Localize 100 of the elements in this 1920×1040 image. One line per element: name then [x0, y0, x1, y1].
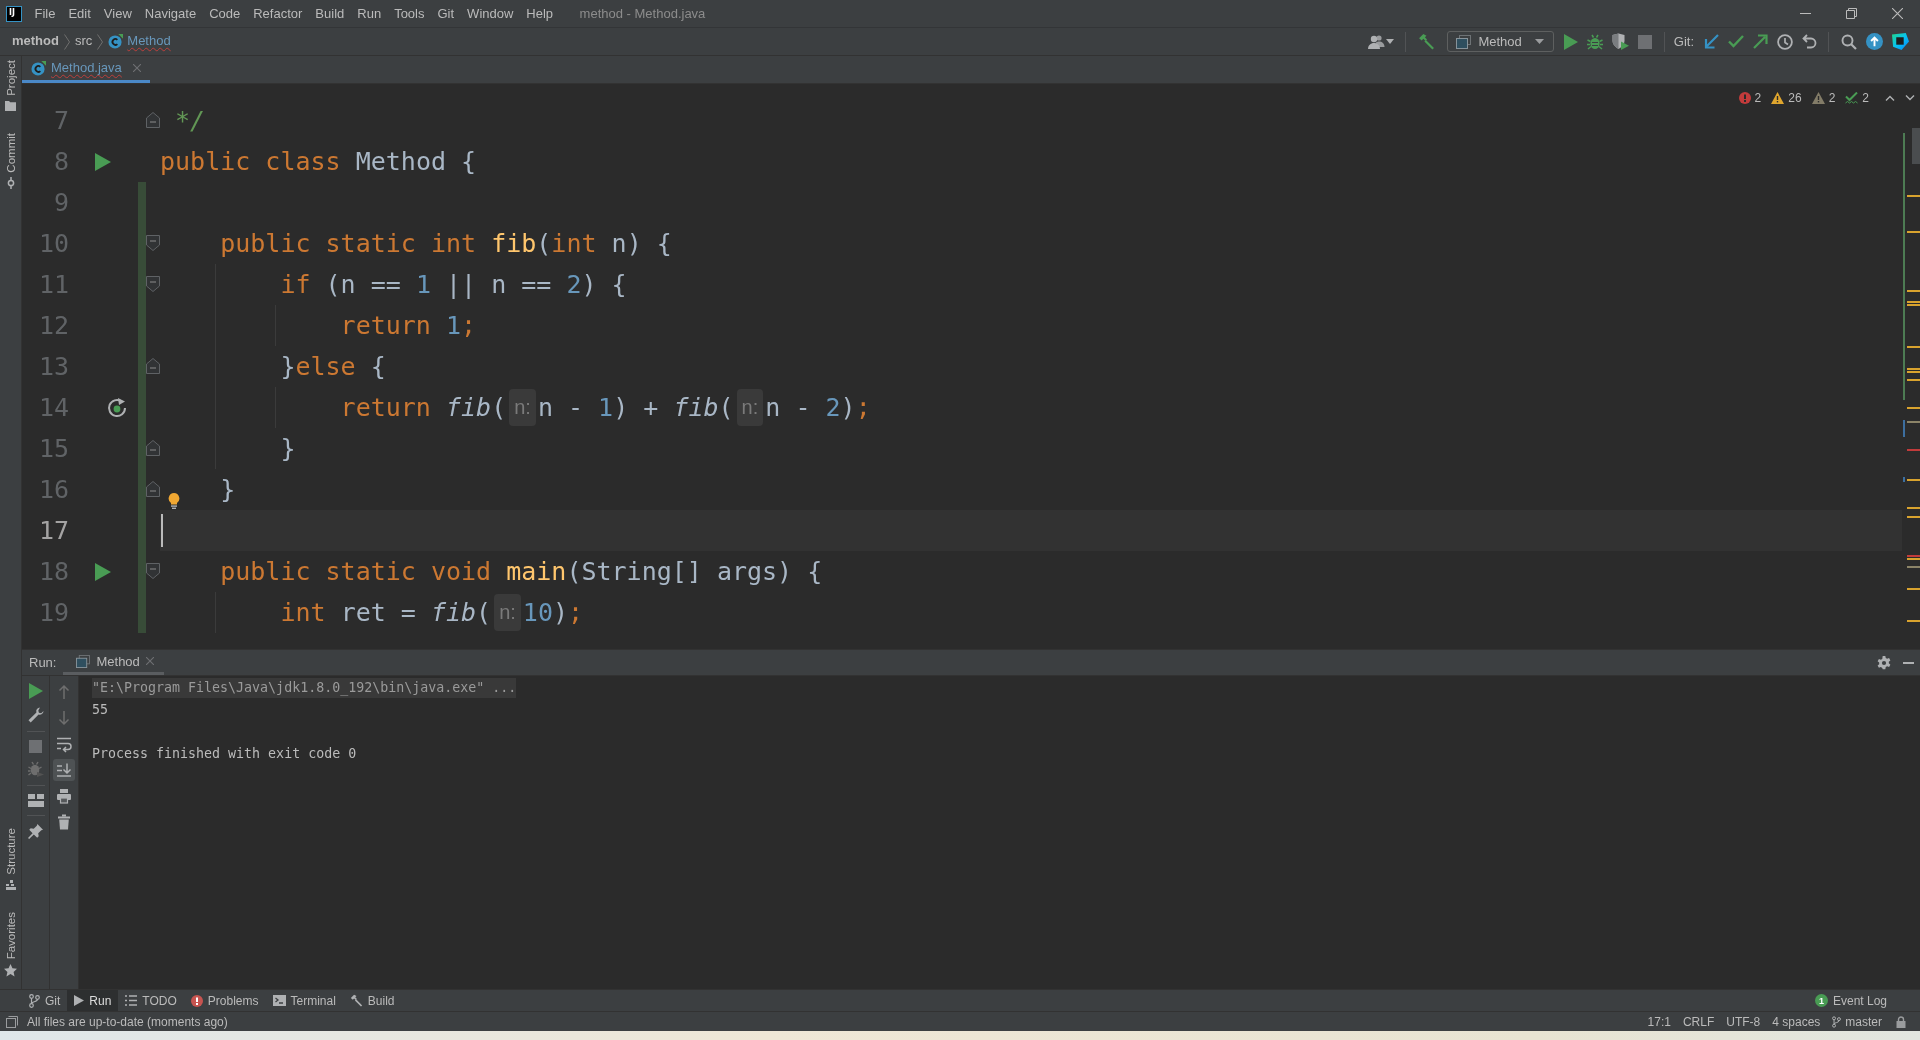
- pin-icon[interactable]: [28, 824, 43, 839]
- class-icon: [31, 60, 46, 76]
- chevron-down-icon[interactable]: [1905, 95, 1915, 101]
- problem-count: 2: [1754, 91, 1762, 105]
- weak-warning-icon[interactable]: [1811, 92, 1825, 104]
- run-icon[interactable]: [95, 152, 111, 171]
- menu-item[interactable]: Build: [308, 3, 351, 24]
- caret-icon: [1534, 39, 1544, 44]
- fold-marker-icon[interactable]: [146, 112, 160, 128]
- menu-item[interactable]: File: [28, 3, 62, 24]
- clock-icon[interactable]: [1776, 33, 1793, 50]
- fold-marker-icon[interactable]: [146, 563, 160, 579]
- undo-icon[interactable]: [1801, 34, 1817, 49]
- chevron-icon: [63, 33, 70, 50]
- typo-icon[interactable]: [1845, 92, 1859, 104]
- run-config-dropdown[interactable]: Method: [1447, 31, 1554, 52]
- parameter-hint: n:: [494, 594, 521, 631]
- line-separator[interactable]: CRLF: [1682, 1014, 1715, 1029]
- chevron-up-icon[interactable]: [1885, 95, 1895, 101]
- tool-window-button[interactable]: Favorites: [4, 909, 17, 979]
- branch-icon: [29, 993, 40, 1008]
- line-number: 14: [37, 392, 69, 424]
- shield-run-icon[interactable]: [1612, 33, 1630, 50]
- settings-icon[interactable]: [1877, 655, 1891, 670]
- tool-windows-icon[interactable]: [6, 1015, 18, 1028]
- arrow-down-left-icon[interactable]: [1703, 34, 1719, 49]
- tool-window-button[interactable]: Project: [4, 58, 17, 113]
- git-branch[interactable]: master: [1845, 1014, 1882, 1029]
- menu-item[interactable]: Navigate: [138, 3, 203, 24]
- wrench-icon[interactable]: [27, 707, 44, 723]
- menu-item[interactable]: Run: [350, 3, 388, 24]
- restore-icon[interactable]: [1845, 8, 1857, 19]
- fold-marker-icon[interactable]: [146, 481, 160, 497]
- app-logo[interactable]: IJ: [6, 5, 22, 22]
- event-log-button[interactable]: 1 Event Log: [1807, 990, 1894, 1011]
- chevron-icon: [97, 33, 104, 50]
- light-bulb-icon[interactable]: [168, 493, 180, 509]
- toolbox-logo-icon[interactable]: [1891, 33, 1909, 50]
- caret-position[interactable]: 17:1: [1647, 1014, 1671, 1029]
- file-encoding[interactable]: UTF-8: [1726, 1014, 1761, 1029]
- line-number: 8: [52, 146, 69, 178]
- fold-marker-icon[interactable]: [146, 276, 160, 292]
- list-icon: [125, 995, 138, 1006]
- menu-item[interactable]: Tools: [387, 3, 431, 24]
- breadcrumb[interactable]: method: [12, 31, 59, 52]
- menu-item[interactable]: View: [97, 3, 139, 24]
- fold-marker-icon[interactable]: [146, 440, 160, 456]
- fold-marker-icon[interactable]: [146, 235, 160, 251]
- menu-item[interactable]: Edit: [61, 3, 98, 24]
- upload-icon[interactable]: [1865, 33, 1883, 50]
- menu-item[interactable]: Git: [431, 3, 461, 24]
- search-icon[interactable]: [1840, 33, 1857, 50]
- line-number: 18: [37, 556, 69, 588]
- menu-item[interactable]: Window: [460, 3, 520, 24]
- tool-window-button[interactable]: Build: [342, 990, 402, 1011]
- caret-icon[interactable]: [1386, 39, 1395, 44]
- bug-icon[interactable]: [1587, 33, 1604, 50]
- breadcrumb[interactable]: Method: [127, 31, 171, 52]
- star-icon: [4, 964, 17, 977]
- line-number: 9: [52, 187, 69, 219]
- parameter-hint: n:: [736, 389, 764, 426]
- code-text: n - 2);: [765, 392, 871, 424]
- line-number: 10: [37, 228, 69, 260]
- run-icon[interactable]: [28, 683, 43, 699]
- problem-count: 26: [1788, 91, 1802, 105]
- line-number: 15: [37, 433, 69, 465]
- line-number: 13: [37, 351, 69, 383]
- run-icon[interactable]: [95, 562, 111, 581]
- folder-icon: [5, 100, 16, 111]
- users-icon[interactable]: [1367, 33, 1385, 50]
- minimize-icon[interactable]: [1799, 13, 1811, 14]
- menu-item[interactable]: Code: [202, 3, 247, 24]
- check-icon[interactable]: [1727, 35, 1744, 48]
- tool-window-button[interactable]: Commit: [4, 130, 17, 192]
- breadcrumb[interactable]: src: [74, 31, 93, 52]
- tool-window-button[interactable]: Run: [67, 990, 119, 1011]
- arrow-up-right-icon[interactable]: [1752, 34, 1768, 49]
- close-icon[interactable]: [1891, 8, 1903, 19]
- hammer-icon[interactable]: [1417, 33, 1435, 50]
- tool-window-button[interactable]: Structure: [4, 826, 17, 892]
- tool-window-button[interactable]: TODO: [118, 990, 184, 1011]
- menu-item[interactable]: Refactor: [246, 3, 309, 24]
- tool-window-button[interactable]: Git: [22, 990, 68, 1011]
- menu-item[interactable]: Help: [519, 3, 560, 24]
- scroll-to-end-icon[interactable]: [53, 759, 75, 781]
- fold-marker-icon[interactable]: [146, 358, 160, 374]
- error-icon[interactable]: [1738, 92, 1751, 104]
- warning-icon[interactable]: [1771, 92, 1785, 104]
- line-number: 12: [37, 310, 69, 342]
- layout-icon[interactable]: [27, 794, 44, 807]
- code-text: return fib(: [340, 392, 507, 424]
- minimize-icon[interactable]: [1903, 661, 1914, 664]
- problem-count: 2: [1828, 91, 1836, 105]
- scrollbar-thumb[interactable]: [1912, 128, 1920, 164]
- code-text: }else {: [280, 351, 386, 383]
- indent-setting[interactable]: 4 spaces: [1772, 1014, 1821, 1029]
- lock-icon[interactable]: [1896, 1015, 1906, 1028]
- tool-window-button[interactable]: Problems: [183, 990, 266, 1011]
- run-icon[interactable]: [1564, 33, 1579, 50]
- tool-window-button[interactable]: Terminal: [265, 990, 343, 1011]
